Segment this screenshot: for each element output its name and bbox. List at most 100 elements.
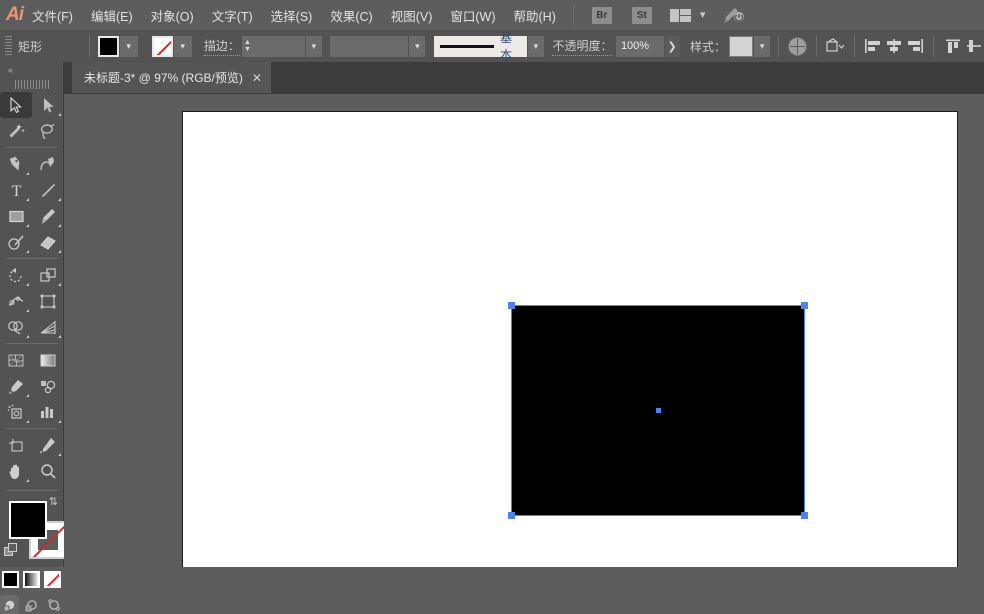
tool-width[interactable] <box>0 288 32 314</box>
stroke-color-swatch[interactable] <box>151 35 173 57</box>
recolor-artwork-icon[interactable] <box>787 35 808 57</box>
tool-curvature[interactable] <box>32 151 64 177</box>
svg-text:T: T <box>11 183 21 199</box>
tool-selection[interactable] <box>0 92 32 118</box>
brush-name-label: 基本 <box>500 31 513 62</box>
menu-select[interactable]: 选择(S) <box>262 0 322 30</box>
menu-type[interactable]: 文字(T) <box>203 0 262 30</box>
tool-paintbrush[interactable] <box>32 203 64 229</box>
tool-scale[interactable] <box>32 262 64 288</box>
divider <box>777 35 779 57</box>
chevron-down-icon[interactable]: ▾ <box>700 9 706 21</box>
align-left-icon[interactable] <box>862 35 883 57</box>
align-center-vertical-icon[interactable] <box>963 35 984 57</box>
tool-lasso[interactable] <box>32 118 64 144</box>
stroke-weight-stepper[interactable]: ▲ ▼ <box>241 35 254 57</box>
artboard[interactable] <box>182 111 958 567</box>
gradient-fill-icon[interactable] <box>23 571 40 588</box>
tool-shape-builder[interactable] <box>0 314 32 340</box>
tool-pen[interactable] <box>0 151 32 177</box>
tool-artboard[interactable] <box>0 432 32 458</box>
tool-direct-selection[interactable] <box>32 92 64 118</box>
tool-free-transform[interactable] <box>32 288 64 314</box>
divider <box>933 35 935 57</box>
swap-fill-stroke-icon[interactable]: ⇅ <box>49 497 58 508</box>
tool-column-graph[interactable] <box>32 399 64 425</box>
tool-gradient[interactable] <box>32 347 64 373</box>
stroke-weight-chevron-down-icon[interactable]: ▾ <box>306 35 322 57</box>
stroke-swatch-group[interactable]: ▾ <box>151 35 192 57</box>
stock-button[interactable]: St <box>631 6 652 24</box>
arrange-documents-icon[interactable] <box>669 8 691 22</box>
menu-edit[interactable]: 编辑(E) <box>82 0 142 30</box>
transform-shape-icon[interactable] <box>825 35 846 57</box>
tool-eraser[interactable] <box>32 229 64 255</box>
tool-perspective-grid[interactable] <box>32 314 64 340</box>
tool-rotate[interactable] <box>0 262 32 288</box>
close-icon[interactable]: ✕ <box>252 72 262 84</box>
tool-hand[interactable] <box>0 458 32 484</box>
panel-grip-icon[interactable] <box>5 36 12 56</box>
color-fill-icon[interactable] <box>2 571 19 588</box>
tool-eyedropper[interactable] <box>0 373 32 399</box>
document-tab-strip: 未标题-3* @ 97% (RGB/预览) ✕ <box>64 62 984 95</box>
align-right-icon[interactable] <box>904 35 925 57</box>
divider <box>572 4 574 26</box>
tool-zoom[interactable] <box>32 458 64 484</box>
fill-dropdown-chevron-down-icon[interactable]: ▾ <box>119 35 138 57</box>
none-fill-icon[interactable] <box>44 571 61 588</box>
bridge-button[interactable]: Br <box>591 6 612 24</box>
tool-blend[interactable] <box>32 373 64 399</box>
tool-slice[interactable] <box>32 432 64 458</box>
menu-help[interactable]: 帮助(H) <box>505 0 565 30</box>
stroke-weight-label[interactable]: 描边： <box>203 37 240 56</box>
opacity-chevron-right-icon[interactable]: ❯ <box>664 35 680 57</box>
stroke-dropdown-chevron-down-icon[interactable]: ▾ <box>173 35 192 57</box>
tool-symbol-sprayer[interactable] <box>0 399 32 425</box>
illustrator-window: Ai 文件(F) 编辑(E) 对象(O) 文字(T) 选择(S) 效果(C) 视… <box>0 0 984 614</box>
tool-magic-wand[interactable] <box>0 118 32 144</box>
fill-swatch-group[interactable]: ▾ <box>97 35 138 57</box>
opacity-input[interactable]: 100% <box>615 35 664 57</box>
stroke-weight-input[interactable] <box>253 35 306 57</box>
align-top-icon[interactable] <box>942 35 963 57</box>
menu-window[interactable]: 窗口(W) <box>441 0 504 30</box>
tool-shaper[interactable] <box>0 229 32 255</box>
menu-bar-right-tools: Br St ▾ <box>565 0 984 30</box>
divider <box>815 35 817 57</box>
tool-rectangle[interactable] <box>0 203 32 229</box>
tools-panel: « T ⇅ <box>0 62 67 614</box>
stroke-profile-field[interactable] <box>330 35 409 57</box>
menu-view[interactable]: 视图(V) <box>382 0 442 30</box>
align-center-horizontal-icon[interactable] <box>883 35 904 57</box>
draw-inside-icon[interactable] <box>44 595 63 614</box>
draw-behind-icon[interactable] <box>22 595 41 614</box>
menu-bar: Ai 文件(F) 编辑(E) 对象(O) 文字(T) 选择(S) 效果(C) 视… <box>0 0 984 31</box>
style-chevron-down-icon[interactable]: ▾ <box>754 35 770 57</box>
fill-proxy-swatch[interactable] <box>9 501 47 539</box>
default-fill-stroke-icon[interactable] <box>4 543 18 557</box>
document-tab-title: 未标题-3* @ 97% (RGB/预览) <box>84 71 243 85</box>
brush-definition-field[interactable]: 基本 <box>433 31 528 62</box>
toolbar-grip-icon[interactable] <box>14 78 49 90</box>
graphic-style-swatch[interactable] <box>728 35 754 57</box>
menu-effect[interactable]: 效果(C) <box>321 0 381 30</box>
opacity-label[interactable]: 不透明度： <box>552 37 613 56</box>
double-chevron-left-icon[interactable]: « <box>0 62 63 78</box>
tool-type[interactable]: T <box>0 177 32 203</box>
document-tab[interactable]: 未标题-3* @ 97% (RGB/预览) ✕ <box>72 62 271 93</box>
divider <box>88 35 90 57</box>
brush-preview-icon <box>439 44 495 48</box>
menu-object[interactable]: 对象(O) <box>142 0 203 30</box>
brush-chevron-down-icon[interactable]: ▾ <box>528 35 544 57</box>
divider <box>853 35 855 57</box>
tool-mesh[interactable] <box>0 347 32 373</box>
stroke-profile-chevron-down-icon[interactable]: ▾ <box>409 35 426 57</box>
rectangle-shape[interactable] <box>512 306 804 515</box>
canvas-area[interactable] <box>64 94 984 567</box>
tool-line-segment[interactable] <box>32 177 64 203</box>
menu-file[interactable]: 文件(F) <box>23 0 82 30</box>
draw-normal-icon[interactable] <box>0 595 19 614</box>
rocket-power-icon[interactable] <box>723 6 745 24</box>
fill-color-swatch[interactable] <box>97 35 119 57</box>
